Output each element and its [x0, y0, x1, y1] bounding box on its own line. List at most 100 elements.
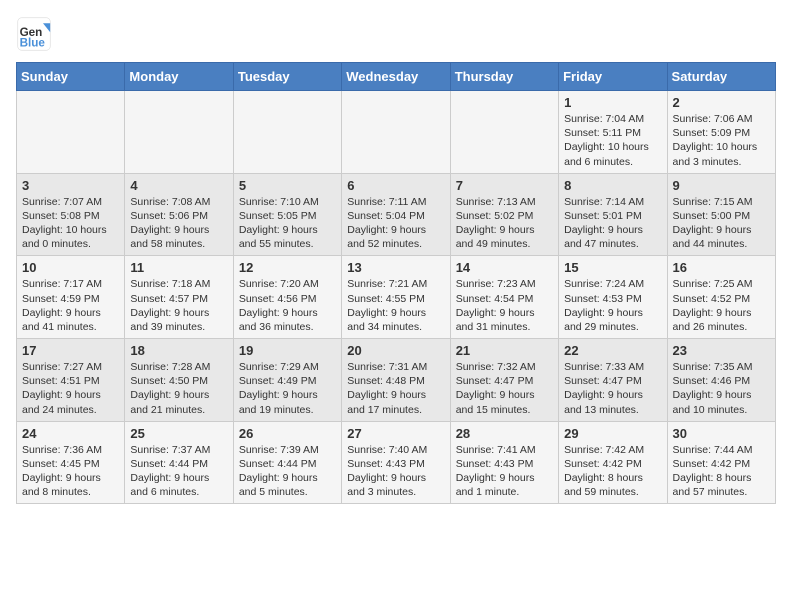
day-info: Sunrise: 7:18 AM Sunset: 4:57 PM Dayligh…: [130, 277, 227, 334]
day-number: 9: [673, 178, 770, 193]
calendar-cell: 8 Sunrise: 7:14 AM Sunset: 5:01 PM Daylig…: [559, 173, 667, 256]
day-number: 15: [564, 260, 661, 275]
day-number: 25: [130, 426, 227, 441]
calendar-cell: 30 Sunrise: 7:44 AM Sunset: 4:42 PM Dayli…: [667, 421, 775, 504]
calendar-cell: 20 Sunrise: 7:31 AM Sunset: 4:48 PM Dayli…: [342, 339, 450, 422]
calendar-cell: 9 Sunrise: 7:15 AM Sunset: 5:00 PM Daylig…: [667, 173, 775, 256]
calendar-cell: 28 Sunrise: 7:41 AM Sunset: 4:43 PM Dayli…: [450, 421, 558, 504]
calendar-cell: 21 Sunrise: 7:32 AM Sunset: 4:47 PM Dayli…: [450, 339, 558, 422]
day-info: Sunrise: 7:11 AM Sunset: 5:04 PM Dayligh…: [347, 195, 444, 252]
day-info: Sunrise: 7:10 AM Sunset: 5:05 PM Dayligh…: [239, 195, 336, 252]
day-info: Sunrise: 7:04 AM Sunset: 5:11 PM Dayligh…: [564, 112, 661, 169]
day-number: 10: [22, 260, 119, 275]
weekday-header-wednesday: Wednesday: [342, 63, 450, 91]
calendar-cell: [233, 91, 341, 174]
day-number: 28: [456, 426, 553, 441]
day-info: Sunrise: 7:37 AM Sunset: 4:44 PM Dayligh…: [130, 443, 227, 500]
day-number: 1: [564, 95, 661, 110]
day-info: Sunrise: 7:21 AM Sunset: 4:55 PM Dayligh…: [347, 277, 444, 334]
calendar-week-row: 3Sunrise: 7:07 AM Sunset: 5:08 PM Daylig…: [17, 173, 776, 256]
day-number: 16: [673, 260, 770, 275]
day-number: 20: [347, 343, 444, 358]
calendar-cell: 19 Sunrise: 7:29 AM Sunset: 4:49 PM Dayli…: [233, 339, 341, 422]
day-info: Sunrise: 7:13 AM Sunset: 5:02 PM Dayligh…: [456, 195, 553, 252]
calendar-cell: 4 Sunrise: 7:08 AM Sunset: 5:06 PM Daylig…: [125, 173, 233, 256]
day-info: Sunrise: 7:36 AM Sunset: 4:45 PM Dayligh…: [22, 443, 119, 500]
day-info: Sunrise: 7:44 AM Sunset: 4:42 PM Dayligh…: [673, 443, 770, 500]
day-info: Sunrise: 7:32 AM Sunset: 4:47 PM Dayligh…: [456, 360, 553, 417]
calendar-cell: 7Sunrise: 7:13 AM Sunset: 5:02 PM Daylig…: [450, 173, 558, 256]
calendar-cell: 14 Sunrise: 7:23 AM Sunset: 4:54 PM Dayli…: [450, 256, 558, 339]
calendar-cell: 16 Sunrise: 7:25 AM Sunset: 4:52 PM Dayli…: [667, 256, 775, 339]
day-number: 4: [130, 178, 227, 193]
logo: Gen Blue: [16, 16, 54, 52]
day-info: Sunrise: 7:20 AM Sunset: 4:56 PM Dayligh…: [239, 277, 336, 334]
calendar-cell: 22 Sunrise: 7:33 AM Sunset: 4:47 PM Dayli…: [559, 339, 667, 422]
calendar-cell: 15 Sunrise: 7:24 AM Sunset: 4:53 PM Dayli…: [559, 256, 667, 339]
day-info: Sunrise: 7:06 AM Sunset: 5:09 PM Dayligh…: [673, 112, 770, 169]
day-info: Sunrise: 7:27 AM Sunset: 4:51 PM Dayligh…: [22, 360, 119, 417]
day-number: 30: [673, 426, 770, 441]
day-info: Sunrise: 7:25 AM Sunset: 4:52 PM Dayligh…: [673, 277, 770, 334]
day-number: 6: [347, 178, 444, 193]
calendar-cell: 6 Sunrise: 7:11 AM Sunset: 5:04 PM Daylig…: [342, 173, 450, 256]
day-number: 18: [130, 343, 227, 358]
day-info: Sunrise: 7:40 AM Sunset: 4:43 PM Dayligh…: [347, 443, 444, 500]
day-info: Sunrise: 7:42 AM Sunset: 4:42 PM Dayligh…: [564, 443, 661, 500]
day-number: 13: [347, 260, 444, 275]
calendar-cell: [342, 91, 450, 174]
day-info: Sunrise: 7:24 AM Sunset: 4:53 PM Dayligh…: [564, 277, 661, 334]
calendar-cell: 26 Sunrise: 7:39 AM Sunset: 4:44 PM Dayli…: [233, 421, 341, 504]
calendar-cell: 1 Sunrise: 7:04 AM Sunset: 5:11 PM Daylig…: [559, 91, 667, 174]
logo-icon: Gen Blue: [16, 16, 52, 52]
weekday-header-row: SundayMondayTuesdayWednesdayThursdayFrid…: [17, 63, 776, 91]
calendar-cell: 23Sunrise: 7:35 AM Sunset: 4:46 PM Dayli…: [667, 339, 775, 422]
day-number: 27: [347, 426, 444, 441]
day-number: 26: [239, 426, 336, 441]
day-info: Sunrise: 7:28 AM Sunset: 4:50 PM Dayligh…: [130, 360, 227, 417]
calendar-cell: 25 Sunrise: 7:37 AM Sunset: 4:44 PM Dayli…: [125, 421, 233, 504]
calendar-week-row: 10 Sunrise: 7:17 AM Sunset: 4:59 PM Dayli…: [17, 256, 776, 339]
day-number: 17: [22, 343, 119, 358]
day-number: 29: [564, 426, 661, 441]
calendar-week-row: 1 Sunrise: 7:04 AM Sunset: 5:11 PM Daylig…: [17, 91, 776, 174]
day-number: 19: [239, 343, 336, 358]
calendar-cell: [17, 91, 125, 174]
day-number: 24: [22, 426, 119, 441]
weekday-header-tuesday: Tuesday: [233, 63, 341, 91]
day-info: Sunrise: 7:17 AM Sunset: 4:59 PM Dayligh…: [22, 277, 119, 334]
weekday-header-friday: Friday: [559, 63, 667, 91]
day-number: 23: [673, 343, 770, 358]
day-info: Sunrise: 7:31 AM Sunset: 4:48 PM Dayligh…: [347, 360, 444, 417]
calendar-cell: 24 Sunrise: 7:36 AM Sunset: 4:45 PM Dayli…: [17, 421, 125, 504]
day-number: 22: [564, 343, 661, 358]
day-info: Sunrise: 7:29 AM Sunset: 4:49 PM Dayligh…: [239, 360, 336, 417]
day-info: Sunrise: 7:41 AM Sunset: 4:43 PM Dayligh…: [456, 443, 553, 500]
weekday-header-thursday: Thursday: [450, 63, 558, 91]
calendar-cell: 17 Sunrise: 7:27 AM Sunset: 4:51 PM Dayli…: [17, 339, 125, 422]
calendar-cell: 27 Sunrise: 7:40 AM Sunset: 4:43 PM Dayli…: [342, 421, 450, 504]
calendar-cell: [450, 91, 558, 174]
calendar-cell: 5 Sunrise: 7:10 AM Sunset: 5:05 PM Daylig…: [233, 173, 341, 256]
day-number: 2: [673, 95, 770, 110]
weekday-header-sunday: Sunday: [17, 63, 125, 91]
day-number: 8: [564, 178, 661, 193]
day-number: 5: [239, 178, 336, 193]
calendar-cell: 11Sunrise: 7:18 AM Sunset: 4:57 PM Dayli…: [125, 256, 233, 339]
day-info: Sunrise: 7:15 AM Sunset: 5:00 PM Dayligh…: [673, 195, 770, 252]
day-info: Sunrise: 7:39 AM Sunset: 4:44 PM Dayligh…: [239, 443, 336, 500]
calendar-cell: 10 Sunrise: 7:17 AM Sunset: 4:59 PM Dayli…: [17, 256, 125, 339]
calendar-cell: 3Sunrise: 7:07 AM Sunset: 5:08 PM Daylig…: [17, 173, 125, 256]
calendar-cell: 13 Sunrise: 7:21 AM Sunset: 4:55 PM Dayli…: [342, 256, 450, 339]
day-number: 21: [456, 343, 553, 358]
calendar-week-row: 17 Sunrise: 7:27 AM Sunset: 4:51 PM Dayli…: [17, 339, 776, 422]
day-info: Sunrise: 7:33 AM Sunset: 4:47 PM Dayligh…: [564, 360, 661, 417]
page-header: Gen Blue: [16, 16, 776, 52]
svg-text:Blue: Blue: [20, 37, 46, 50]
calendar-cell: 2 Sunrise: 7:06 AM Sunset: 5:09 PM Daylig…: [667, 91, 775, 174]
day-info: Sunrise: 7:14 AM Sunset: 5:01 PM Dayligh…: [564, 195, 661, 252]
day-number: 3: [22, 178, 119, 193]
day-info: Sunrise: 7:08 AM Sunset: 5:06 PM Dayligh…: [130, 195, 227, 252]
day-number: 14: [456, 260, 553, 275]
day-info: Sunrise: 7:23 AM Sunset: 4:54 PM Dayligh…: [456, 277, 553, 334]
